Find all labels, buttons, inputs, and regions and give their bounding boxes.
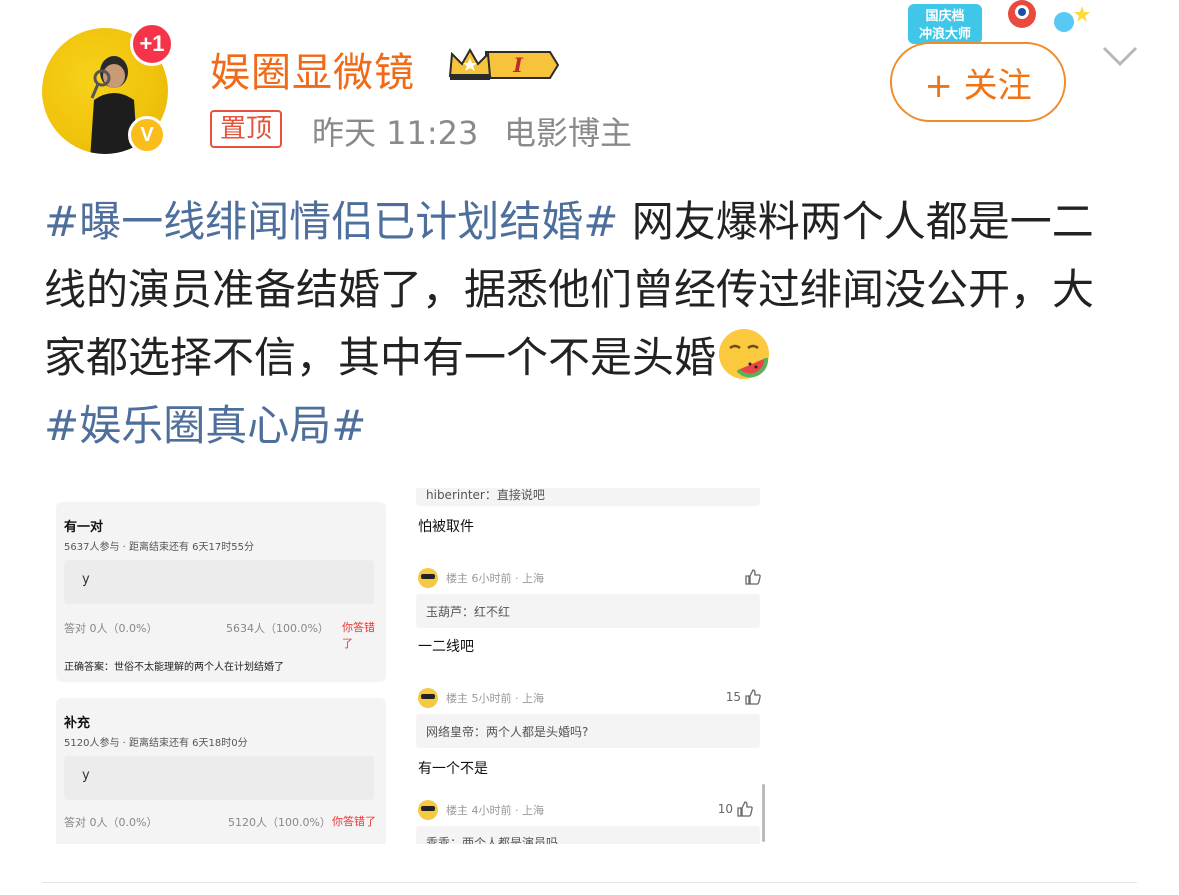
crown-rank-badge-icon: I	[448, 47, 560, 80]
quoted-comment: 乖乖：两个人都是演员吗	[416, 826, 760, 844]
notification-badge: +1	[130, 22, 174, 66]
promo-text-2: 冲浪大师	[919, 26, 971, 42]
quiz-card: 有一对 5637人参与 · 距离结束还有 6天17时55分 y 答对 0人（0.…	[56, 502, 386, 682]
rank-level-text: I	[512, 53, 523, 77]
comment-meta: 楼主 4小时前 · 上海 10	[418, 800, 762, 820]
chevron-down-icon[interactable]	[1100, 40, 1140, 70]
quiz-stat-correct: 答对 0人（0.0%）	[64, 622, 158, 635]
pinned-label: 置顶	[210, 110, 283, 148]
quiz-title: 补充	[64, 716, 91, 731]
reply-text: 有一个不是	[418, 761, 488, 777]
quiz-answer: 正确答案：世俗不太能理解的两个人在计划结婚了	[64, 662, 284, 673]
reply-text: 一二线吧	[418, 639, 474, 655]
quiz-option: y	[64, 756, 374, 800]
thumbs-up-icon	[745, 569, 761, 585]
quiz-stat-total: 5120人（100.0%）	[228, 816, 331, 829]
verified-icon: V	[128, 116, 166, 154]
quiz-title: 有一对	[64, 520, 104, 535]
like-button[interactable]	[741, 568, 762, 586]
follow-button[interactable]: + 关注	[890, 42, 1066, 122]
like-button[interactable]: 15	[726, 688, 762, 706]
user-role: 电影博主	[504, 114, 633, 152]
embedded-quiz-screenshot[interactable]: 有一对 5637人参与 · 距离结束还有 6天17时55分 y 答对 0人（0.…	[56, 500, 386, 844]
scrollbar[interactable]	[762, 784, 765, 842]
quiz-meta: 5120人参与 · 距离结束还有 6天18时0分	[64, 738, 248, 749]
watermelon-emoji-icon	[719, 329, 770, 379]
username[interactable]: 娱圈显微镜	[210, 40, 415, 98]
sunglasses-emoji-icon	[418, 568, 438, 588]
thumbs-up-icon	[737, 801, 753, 817]
reply-text: 怕被取件	[418, 519, 474, 535]
like-button[interactable]: 10	[718, 800, 754, 818]
promo-banner-icon[interactable]: 国庆档 冲浪大师	[904, 0, 1094, 48]
quiz-stat-correct: 答对 0人（0.0%）	[64, 816, 158, 829]
thumbs-up-icon	[745, 689, 761, 705]
quiz-wrong-label: 你答错了	[332, 815, 376, 828]
post-time: 昨天 11:23	[312, 114, 479, 152]
quoted-comment: 玉葫芦：红不红	[416, 594, 760, 628]
quiz-stat-total: 5634人（100.0%）	[226, 622, 329, 635]
embedded-comments-screenshot[interactable]: hiberinter：直接说吧 怕被取件 楼主 6小时前 · 上海 玉葫芦：红不…	[416, 488, 762, 844]
post-text: #曝一线绯闻情侣已计划结婚# 网友爆料两个人都是一二线的演员准备结婚了，据悉他们…	[44, 188, 1134, 460]
quiz-wrong-label: 你答错了	[342, 621, 375, 650]
quoted-comment: hiberinter：直接说吧	[416, 488, 760, 506]
quiz-option: y	[64, 560, 374, 604]
sunglasses-emoji-icon	[418, 800, 438, 820]
comment-meta: 楼主 5小时前 · 上海 15	[418, 688, 762, 708]
promo-text-1: 国庆档	[925, 8, 964, 24]
sunglasses-emoji-icon	[418, 688, 438, 708]
comment-meta: 楼主 6小时前 · 上海	[418, 568, 762, 588]
hashtag-link-2[interactable]: #娱乐圈真心局#	[44, 401, 366, 450]
hashtag-link[interactable]: #曝一线绯闻情侣已计划结婚#	[44, 197, 618, 246]
quiz-meta: 5637人参与 · 距离结束还有 6天17时55分	[64, 542, 254, 553]
quoted-comment: 网络皇帝：两个人都是头婚吗?	[416, 714, 760, 748]
divider	[42, 882, 1137, 883]
quiz-card: 补充 5120人参与 · 距离结束还有 6天18时0分 y 答对 0人（0.0%…	[56, 698, 386, 844]
